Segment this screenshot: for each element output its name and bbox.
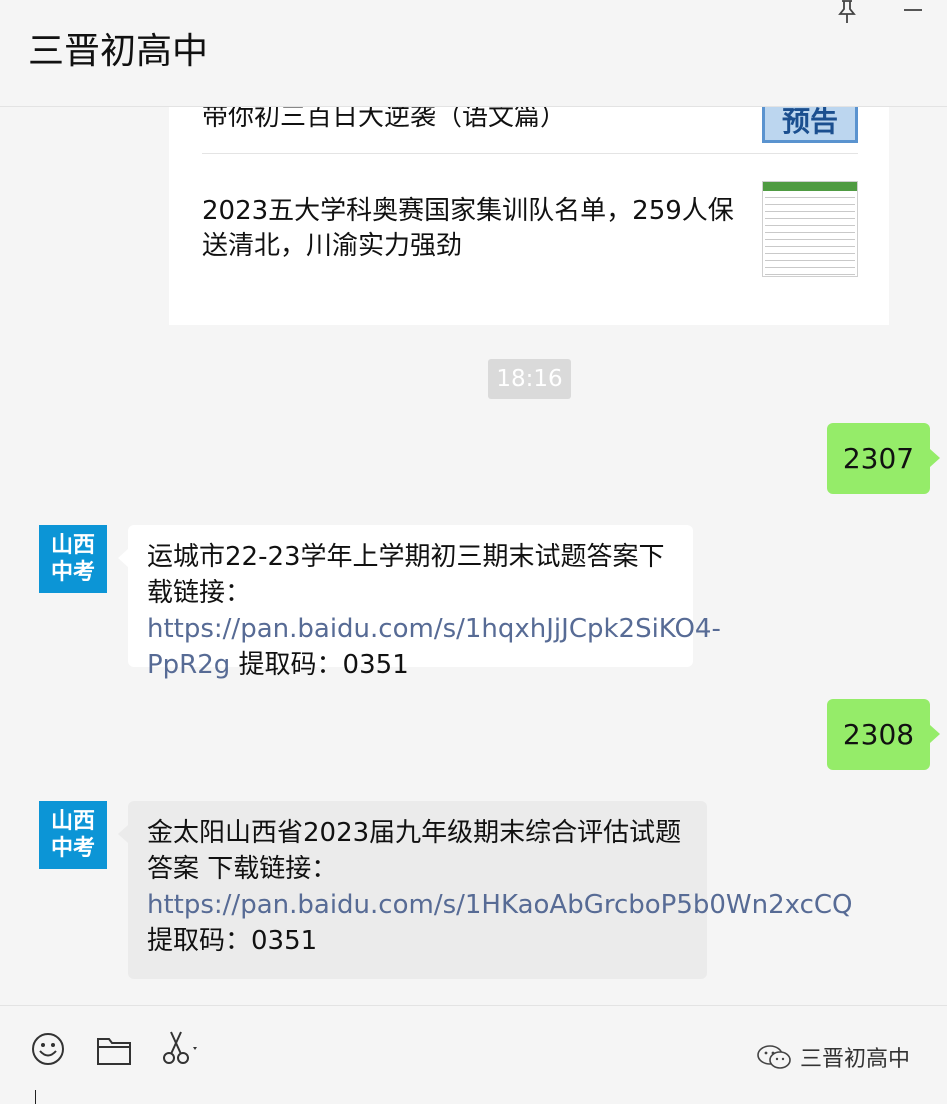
incoming-message[interactable]: 运城市22-23学年上学期初三期末试题答案下载链接：https://pan.ba… [118, 525, 721, 680]
folder-icon[interactable] [96, 1034, 132, 1066]
minimize-button[interactable] [904, 9, 922, 11]
input-toolbar: 三晋初高中 [0, 1005, 947, 1104]
message-link[interactable]: https://pan.baidu.com/s/1HKaoAbGrcboP5b0… [147, 890, 853, 920]
chat-title: 三晋初高中 [28, 31, 209, 72]
scissors-icon[interactable] [160, 1030, 202, 1066]
pin-icon[interactable] [836, 0, 858, 24]
title-bar: 三晋初高中 [0, 0, 947, 107]
message-text: 运城市22-23学年上学期初三期末试题答案下载链接： [147, 542, 665, 608]
article-thumbnail: 预告 [762, 107, 858, 143]
watermark: 三晋初高中 [756, 1042, 910, 1072]
message-timestamp: 18:16 [488, 359, 571, 399]
article-item[interactable]: 2023五大学科奥赛国家集训队名单，259人保送清北，川渝实力强劲 [202, 154, 858, 325]
article-title: 带你初三百日大逆袭（语文篇） [202, 107, 567, 132]
article-item[interactable]: 带你初三百日大逆袭（语文篇） 预告 [202, 107, 858, 154]
avatar[interactable]: 山西 中考 [39, 525, 107, 593]
emoji-icon[interactable] [31, 1032, 65, 1066]
message-text: 提取码：0351 [230, 650, 409, 680]
wechat-icon [757, 1045, 791, 1069]
message-text: 金太阳山西省2023届九年级期末综合评估试题答案 下载链接： [147, 818, 682, 884]
chat-area[interactable]: 带你初三百日大逆袭（语文篇） 预告 2023五大学科奥赛国家集训队名单，259人… [0, 107, 947, 1005]
outgoing-message[interactable]: 2308 [827, 699, 940, 770]
watermark-text: 三晋初高中 [800, 1047, 911, 1072]
outgoing-message[interactable]: 2307 [827, 423, 940, 494]
article-title: 2023五大学科奥赛国家集训队名单，259人保送清北，川渝实力强劲 [202, 196, 734, 261]
article-card: 带你初三百日大逆袭（语文篇） 预告 2023五大学科奥赛国家集训队名单，259人… [169, 107, 889, 325]
avatar[interactable]: 山西 中考 [39, 801, 107, 869]
message-text: 提取码：0351 [147, 926, 318, 956]
incoming-message[interactable]: 金太阳山西省2023届九年级期末综合评估试题答案 下载链接： https://pa… [118, 801, 853, 979]
text-cursor [35, 1090, 36, 1104]
article-thumbnail [762, 181, 858, 277]
